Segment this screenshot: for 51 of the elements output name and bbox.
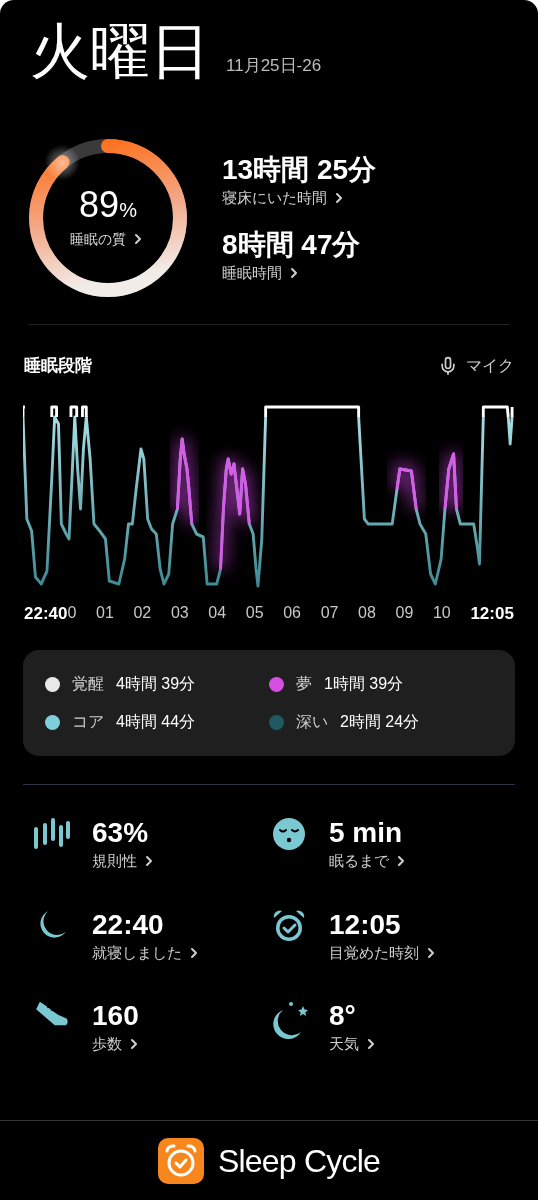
duration-value: 8時間 47分: [222, 228, 362, 262]
stat-link[interactable]: 天気: [329, 1033, 379, 1056]
legend-label: 深い: [296, 712, 328, 732]
legend-value: 1時間 39分: [324, 674, 404, 694]
time-axis-label: 01: [96, 603, 114, 624]
legend-value: 2時間 24分: [340, 712, 420, 732]
app-logo-icon: [158, 1137, 204, 1184]
legend-label: コア: [72, 712, 104, 732]
time-axis-label: 06: [283, 603, 301, 624]
microphone-button[interactable]: マイク: [438, 353, 514, 378]
time-axis-label: 03: [170, 603, 189, 624]
time-axis-label: 07: [320, 603, 339, 624]
time-axis-label: 08: [358, 603, 376, 624]
legend-value: 4時間 44分: [116, 712, 196, 732]
stat-link[interactable]: 眠るまで: [329, 850, 409, 873]
app-name: Sleep Cycle: [218, 1141, 380, 1181]
stat-value: 22:40: [92, 907, 165, 942]
legend-value: 4時間 39分: [116, 674, 196, 694]
date-range: 11月25日-26: [226, 54, 322, 77]
stat-link[interactable]: 規則性: [92, 850, 157, 873]
stat-value: 8°: [329, 999, 357, 1033]
percent-unit: %: [119, 197, 137, 223]
quality-score: 89: [79, 186, 120, 223]
stat-value: 160: [92, 999, 140, 1033]
legend-label: 夢: [296, 674, 312, 694]
stat-value: 63%: [92, 816, 150, 850]
time-axis-label: 0: [67, 603, 77, 624]
stat-link[interactable]: 歩数: [92, 1033, 142, 1056]
time-axis-label: 12:05: [470, 602, 514, 625]
stat-value: 5 min: [329, 816, 404, 850]
time-axis-label: 04: [208, 603, 227, 624]
stat-link[interactable]: 目覚めた時刻: [329, 941, 439, 964]
quality-link[interactable]: 睡眠の質: [70, 228, 146, 250]
bars-icon: [33, 817, 71, 851]
duration-link[interactable]: 寝床にいた時間: [222, 186, 377, 209]
time-axis-label: 09: [395, 603, 414, 624]
alarm-clock-icon: [272, 908, 306, 943]
shoe-icon: [34, 1000, 70, 1028]
day-title: 火曜日: [30, 22, 210, 82]
duration-value: 13時間 25分: [222, 152, 377, 187]
time-axis-label: 22:40: [24, 602, 68, 625]
time-axis-label: 10: [432, 603, 451, 624]
time-axis-label: 05: [245, 603, 264, 624]
stat-value: 12:05: [329, 907, 402, 942]
stat-link[interactable]: 就寝しました: [92, 941, 202, 964]
microphone-icon: [438, 355, 458, 376]
section-title: 睡眠段階: [24, 355, 92, 377]
time-axis-label: 02: [133, 603, 152, 624]
duration-link[interactable]: 睡眠時間: [222, 262, 377, 285]
legend-label: 覚醒: [72, 674, 104, 694]
sleepy-face-icon: [272, 817, 306, 851]
